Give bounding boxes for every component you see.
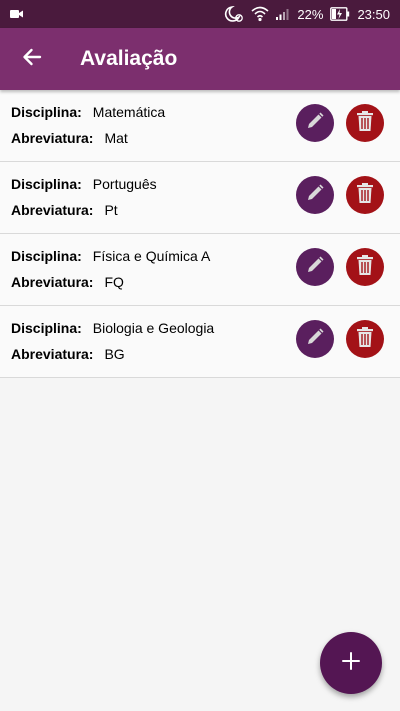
discipline-label: Disciplina:	[11, 104, 82, 120]
discipline-label: Disciplina:	[11, 176, 82, 192]
video-camera-icon	[10, 7, 24, 22]
abbreviation-label: Abreviatura:	[11, 346, 94, 362]
list-item: Disciplina: Física e Química A Abreviatu…	[0, 234, 400, 306]
pencil-icon	[305, 111, 325, 136]
list-item: Disciplina: Matemática Abreviatura: Mat	[0, 90, 400, 162]
discipline-field: Disciplina: Biologia e Geologia	[11, 320, 214, 336]
trash-icon	[356, 182, 374, 209]
trash-icon	[356, 254, 374, 281]
wifi-icon	[251, 6, 269, 22]
discipline-field: Disciplina: Matemática	[11, 104, 165, 120]
delete-button[interactable]	[346, 248, 384, 286]
subject-list: Disciplina: Matemática Abreviatura: Mat …	[0, 90, 400, 378]
discipline-value: Português	[92, 176, 157, 192]
status-left	[10, 7, 224, 22]
app-bar: Avaliação	[0, 28, 400, 90]
signal-icon	[276, 8, 290, 20]
discipline-field: Disciplina: Física e Química A	[11, 248, 210, 264]
pencil-icon	[305, 183, 325, 208]
abbreviation-value: BG	[104, 346, 125, 362]
delete-button[interactable]	[346, 176, 384, 214]
abbreviation-value: FQ	[104, 274, 124, 290]
pencil-icon	[305, 327, 325, 352]
delete-button[interactable]	[346, 104, 384, 142]
abbreviation-label: Abreviatura:	[11, 130, 94, 146]
plus-icon	[342, 651, 360, 675]
discipline-value: Biologia e Geologia	[92, 320, 215, 336]
abbreviation-field: Abreviatura: FQ	[11, 274, 124, 290]
back-button[interactable]	[0, 28, 64, 90]
discipline-value: Física e Química A	[92, 248, 211, 264]
list-item: Disciplina: Português Abreviatura: Pt	[0, 162, 400, 234]
arrow-left-icon	[22, 47, 42, 72]
add-button[interactable]	[320, 632, 382, 694]
discipline-field: Disciplina: Português	[11, 176, 157, 192]
discipline-value: Matemática	[92, 104, 166, 120]
edit-button[interactable]	[296, 176, 334, 214]
abbreviation-field: Abreviatura: Mat	[11, 130, 128, 146]
discipline-label: Disciplina:	[11, 248, 82, 264]
edit-button[interactable]	[296, 104, 334, 142]
pencil-icon	[305, 255, 325, 280]
clock: 23:50	[357, 6, 390, 22]
discipline-label: Disciplina:	[11, 320, 82, 336]
trash-icon	[356, 110, 374, 137]
abbreviation-value: Mat	[104, 130, 128, 146]
battery-percent: 22%	[297, 6, 324, 22]
trash-icon	[356, 326, 374, 353]
moon-alarm-icon	[224, 6, 244, 22]
edit-button[interactable]	[296, 248, 334, 286]
battery-charging-icon	[330, 7, 350, 21]
edit-button[interactable]	[296, 320, 334, 358]
page-title: Avaliação	[80, 47, 178, 70]
abbreviation-field: Abreviatura: Pt	[11, 202, 118, 218]
abbreviation-value: Pt	[104, 202, 118, 218]
status-bar: 22% 23:50	[0, 0, 400, 28]
status-right: 22% 23:50	[224, 6, 390, 22]
delete-button[interactable]	[346, 320, 384, 358]
list-item: Disciplina: Biologia e Geologia Abreviat…	[0, 306, 400, 378]
abbreviation-label: Abreviatura:	[11, 274, 94, 290]
abbreviation-field: Abreviatura: BG	[11, 346, 125, 362]
abbreviation-label: Abreviatura:	[11, 202, 94, 218]
